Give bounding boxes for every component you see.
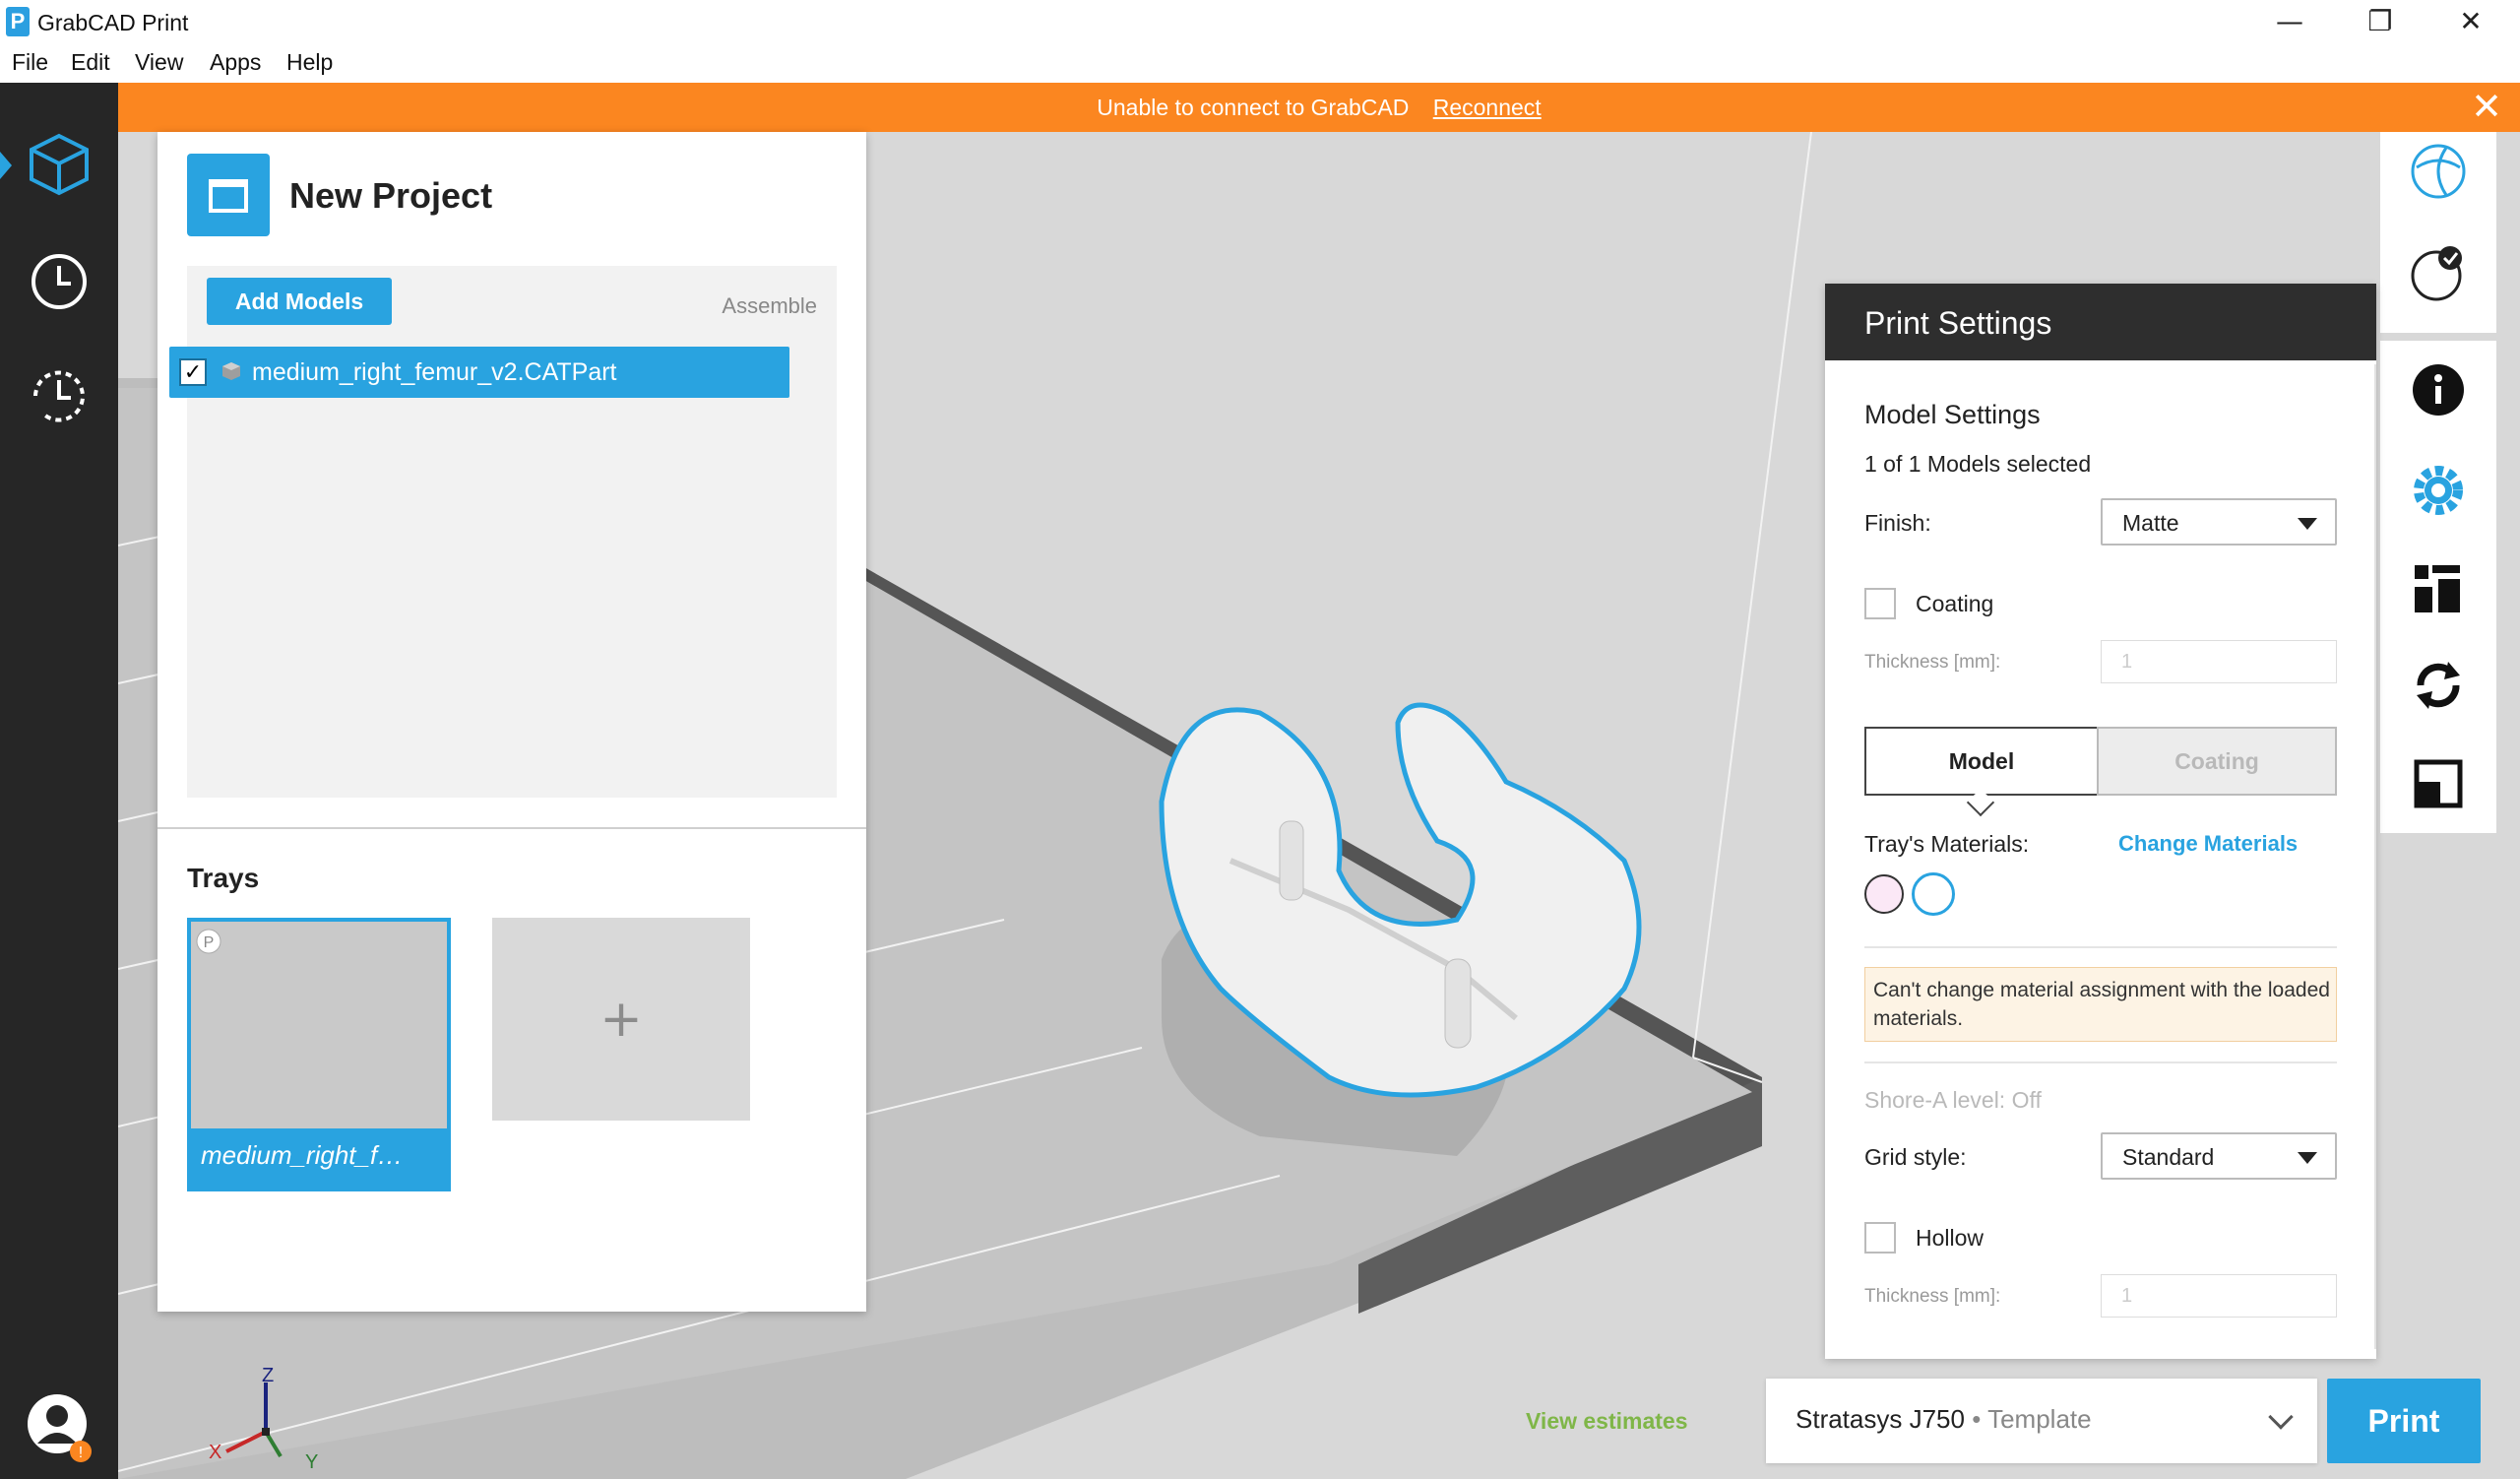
tray-name: medium_right_f… <box>201 1140 404 1170</box>
menu-file[interactable]: File <box>12 49 48 76</box>
coating-checkbox[interactable] <box>1864 588 1896 619</box>
section-title: Model Settings <box>1864 400 2041 429</box>
finish-value: Matte <box>2122 510 2179 536</box>
material-swatch[interactable] <box>1912 872 1955 916</box>
grid-style-value: Standard <box>2122 1144 2215 1170</box>
info-icon[interactable] <box>2407 358 2470 421</box>
title-bar: P GrabCAD Print — ❐ ✕ <box>0 0 2520 45</box>
warning-box: Can't change material assignment with th… <box>1864 967 2337 1042</box>
restore-button[interactable]: ❐ <box>2335 0 2426 45</box>
axis-z-label: Z <box>262 1365 275 1386</box>
printer-logo-icon: P <box>196 929 221 954</box>
model-checkbox[interactable]: ✓ <box>179 358 207 386</box>
scale-icon[interactable] <box>2407 752 2470 815</box>
divider <box>158 827 866 829</box>
print-settings-panel: Print Settings Model Settings 1 of 1 Mod… <box>1825 284 2376 1359</box>
active-indicator <box>0 152 12 179</box>
sidebar: ! <box>0 83 118 1479</box>
shore-level: Shore-A level: Off <box>1864 1087 2042 1113</box>
axis-x-label: X <box>209 1442 222 1463</box>
thickness-label: Thickness [mm]: <box>1864 652 2001 673</box>
printer-name: Stratasys J750 <box>1796 1404 1965 1434</box>
close-window-button[interactable]: ✕ <box>2426 0 2516 45</box>
divider <box>1864 946 2337 948</box>
hollow-label: Hollow <box>1916 1225 1984 1251</box>
reconnect-link[interactable]: Reconnect <box>1433 95 1542 120</box>
grid-style-select[interactable]: Standard <box>2101 1132 2337 1180</box>
project-title[interactable]: New Project <box>289 175 492 217</box>
selection-count: 1 of 1 Models selected <box>1864 451 2092 477</box>
tools-toolbar <box>2380 341 2496 833</box>
divider <box>1864 1061 2337 1063</box>
model-name: medium_right_femur_v2.CATPart <box>252 358 617 386</box>
svg-text:!: ! <box>79 1445 83 1461</box>
menu-view[interactable]: View <box>135 49 183 76</box>
rotate-icon[interactable] <box>2407 654 2470 717</box>
add-models-button[interactable]: Add Models <box>207 278 392 325</box>
menu-bar: File Edit View Apps Help <box>0 45 2520 83</box>
chevron-down-icon <box>2298 518 2317 530</box>
axis-y-label: Y <box>305 1451 319 1473</box>
trays-heading: Trays <box>187 863 260 893</box>
tab-model[interactable]: Model <box>1864 727 2099 796</box>
print-button[interactable]: Print <box>2327 1379 2481 1463</box>
chevron-down-icon <box>2298 1152 2317 1164</box>
models-list: Add Models Assemble <box>187 266 837 798</box>
view-estimates-link[interactable]: View estimates <box>1526 1408 1688 1435</box>
thickness-input[interactable]: 1 <box>2101 640 2337 683</box>
warning-text: Can't change material assignment with th… <box>1873 979 2330 1030</box>
print-settings-header: Print Settings <box>1825 284 2376 360</box>
add-tray-button[interactable]: + <box>492 918 750 1121</box>
printer-separator: • <box>1972 1404 1982 1434</box>
hollow-thickness-input[interactable]: 1 <box>2101 1274 2337 1318</box>
thickness-placeholder: 1 <box>2121 651 2133 673</box>
coating-label: Coating <box>1916 591 1994 616</box>
check-sphere-icon[interactable] <box>2407 240 2470 303</box>
clock-icon[interactable] <box>22 244 96 319</box>
app-logo-icon: P <box>6 7 30 36</box>
view-toolbar <box>2380 132 2496 333</box>
view-sphere-icon[interactable] <box>2407 140 2470 203</box>
menu-edit[interactable]: Edit <box>71 49 110 76</box>
history-icon[interactable] <box>22 358 96 433</box>
print-settings-title: Print Settings <box>1864 305 2052 341</box>
tray-card[interactable]: P medium_right_f… <box>187 918 451 1191</box>
trays-materials-label: Tray's Materials: <box>1864 831 2030 857</box>
gear-icon[interactable] <box>2407 459 2470 522</box>
tab-coating[interactable]: Coating <box>2097 727 2337 796</box>
banner-close-button[interactable]: ✕ <box>2471 87 2502 126</box>
minimize-button[interactable]: — <box>2244 0 2335 45</box>
scrollbar[interactable] <box>2374 364 2376 1349</box>
arrange-icon[interactable] <box>2407 557 2470 620</box>
menu-help[interactable]: Help <box>286 49 333 76</box>
cube-icon[interactable] <box>22 128 96 203</box>
chevron-down-icon <box>2268 1404 2294 1430</box>
svg-text:P: P <box>204 934 215 951</box>
window-title: GrabCAD Print <box>37 10 189 35</box>
connection-banner: Unable to connect to GrabCAD Reconnect ✕ <box>118 83 2520 132</box>
user-icon[interactable]: ! <box>26 1392 93 1463</box>
tray-thumbnail: P <box>191 922 447 1128</box>
part-cube-icon <box>222 362 240 380</box>
folder-icon <box>187 154 270 236</box>
project-panel: New Project Add Models Assemble ✓ medium… <box>158 132 866 1312</box>
change-materials-link[interactable]: Change Materials <box>2118 831 2298 857</box>
finish-select[interactable]: Matte <box>2101 498 2337 546</box>
grid-style-label: Grid style: <box>1864 1144 1967 1170</box>
printer-mode: Template <box>1987 1404 2092 1434</box>
banner-message: Unable to connect to GrabCAD <box>1097 95 1410 120</box>
menu-apps[interactable]: Apps <box>210 49 261 76</box>
finish-label: Finish: <box>1864 510 1931 536</box>
hollow-thickness-label: Thickness [mm]: <box>1864 1286 2001 1307</box>
printer-select[interactable]: Stratasys J750 • Template <box>1766 1379 2317 1463</box>
assemble-button[interactable]: Assemble <box>722 293 817 319</box>
model-list-item[interactable]: ✓ medium_right_femur_v2.CATPart <box>169 347 789 398</box>
hollow-thickness-placeholder: 1 <box>2121 1285 2133 1307</box>
hollow-checkbox[interactable] <box>1864 1222 1896 1254</box>
material-swatch[interactable] <box>1864 874 1904 914</box>
